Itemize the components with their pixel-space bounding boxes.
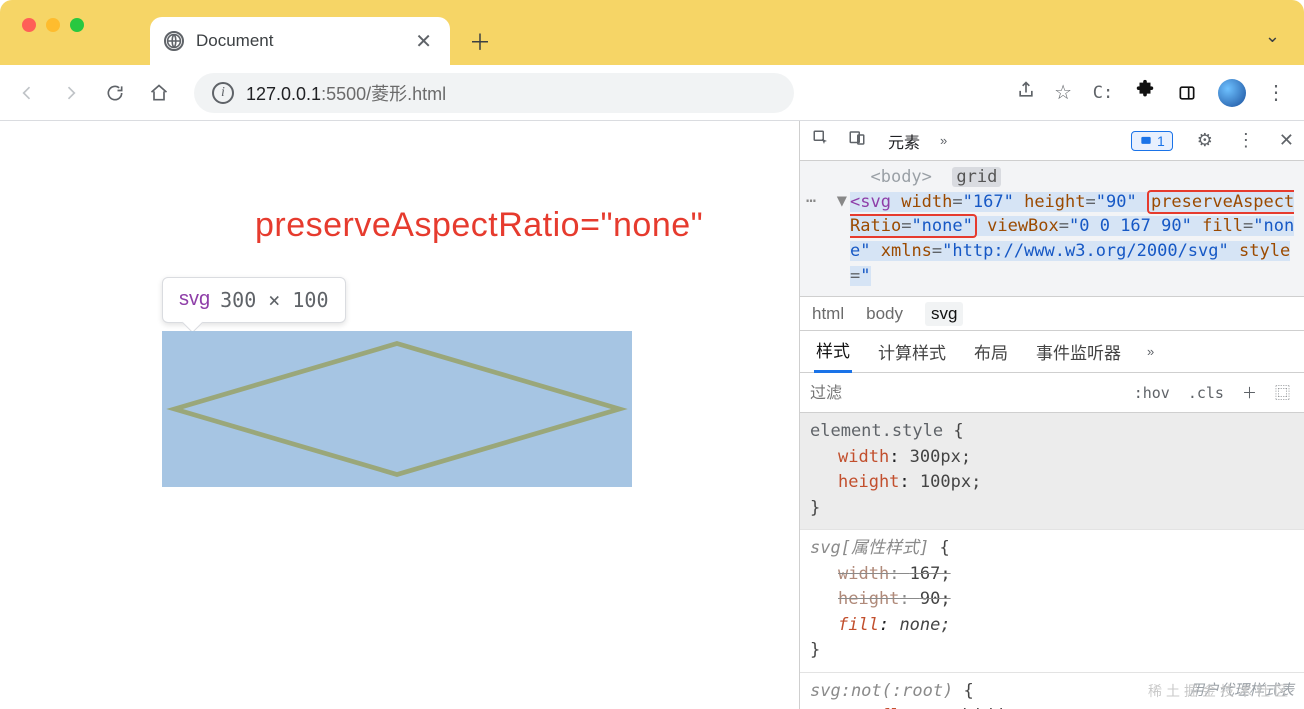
page-headline: preserveAspectRatio="none" xyxy=(255,206,703,245)
tooltip-tag: svg xyxy=(179,288,210,312)
elements-selected-line[interactable]: <svg width="167" height="90" preserveAsp… xyxy=(806,190,1298,289)
subtabs-more-icon[interactable]: » xyxy=(1147,344,1154,359)
inspected-svg-overlay[interactable] xyxy=(162,331,632,487)
window-close-button[interactable] xyxy=(22,18,36,32)
tabs-more-icon[interactable]: » xyxy=(940,133,947,148)
site-info-icon[interactable]: i xyxy=(212,82,234,104)
tab-strip: Document ✕ ＋ xyxy=(150,0,498,65)
tab-title: Document xyxy=(196,31,273,51)
toggle-sidebar-icon[interactable]: ⿴ xyxy=(1271,382,1294,403)
inspect-element-icon[interactable] xyxy=(810,129,832,152)
devtools-tabbar: 元素 » 1 ⚙ ⋮ ✕ xyxy=(800,121,1304,161)
address-bar[interactable]: i 127.0.0.1:5500/菱形.html xyxy=(194,73,794,113)
share-icon[interactable] xyxy=(1016,80,1036,105)
extensions-c-icon[interactable]: C: xyxy=(1090,80,1116,106)
subtab-computed[interactable]: 计算样式 xyxy=(876,333,948,370)
window-zoom-button[interactable] xyxy=(70,18,84,32)
page-viewport: preserveAspectRatio="none" svg 300 × 100 xyxy=(0,121,799,709)
elements-breadcrumb: html body svg xyxy=(800,297,1304,331)
url-text: 127.0.0.1:5500/菱形.html xyxy=(246,80,446,106)
styles-filter-input[interactable] xyxy=(810,383,1120,402)
subtab-styles[interactable]: 样式 xyxy=(814,331,852,373)
rule-selector: element.style xyxy=(810,421,943,441)
elements-tree[interactable]: <body> grid ⋯ ▼ <svg width="167" height=… xyxy=(800,161,1304,297)
hov-toggle[interactable]: :hov xyxy=(1130,384,1174,402)
devtools-menu-icon[interactable]: ⋮ xyxy=(1237,130,1255,151)
subtab-layout[interactable]: 布局 xyxy=(972,333,1010,370)
rule-selector: svg[属性样式] xyxy=(810,538,929,558)
window-titlebar: Document ✕ ＋ ⌄ xyxy=(0,0,1304,65)
rule-element-style[interactable]: element.style { width: 300px; height: 10… xyxy=(800,413,1304,530)
traffic-lights xyxy=(22,18,84,32)
elements-gutter-icon: ⋯ ▼ xyxy=(806,189,847,214)
forward-button[interactable] xyxy=(58,80,84,106)
device-toggle-icon[interactable] xyxy=(846,129,868,152)
toolbar-right: ☆ C: ⋮ xyxy=(1016,79,1290,107)
tooltip-dimensions: 300 × 100 xyxy=(220,288,328,312)
issues-badge[interactable]: 1 xyxy=(1131,131,1173,151)
watermark-text: 稀土掘金技术社区 xyxy=(1148,681,1292,701)
styles-filter-row: :hov .cls ＋ ⿴ xyxy=(800,373,1304,413)
styles-subtabs: 样式 计算样式 布局 事件监听器 » xyxy=(800,331,1304,373)
tab-elements[interactable]: 元素 xyxy=(882,125,926,157)
crumb-body[interactable]: body xyxy=(866,304,903,324)
crumb-svg[interactable]: svg xyxy=(925,302,963,326)
tab-close-button[interactable]: ✕ xyxy=(415,29,432,54)
issues-count: 1 xyxy=(1157,133,1165,149)
side-panel-icon[interactable] xyxy=(1174,80,1200,106)
window-minimize-button[interactable] xyxy=(46,18,60,32)
elements-prev-line: <body> grid xyxy=(806,165,1298,190)
tabs-overflow-button[interactable]: ⌄ xyxy=(1265,26,1280,47)
devtools-panel: 元素 » 1 ⚙ ⋮ ✕ <body> grid ⋯ ▼ <svg width=… xyxy=(799,121,1304,709)
home-button[interactable] xyxy=(146,80,172,106)
subtab-listeners[interactable]: 事件监听器 xyxy=(1034,333,1123,370)
cls-toggle[interactable]: .cls xyxy=(1184,384,1228,402)
reload-button[interactable] xyxy=(102,80,128,106)
new-tab-button[interactable]: ＋ xyxy=(462,23,498,59)
settings-icon[interactable]: ⚙ xyxy=(1197,130,1213,151)
bookmark-icon[interactable]: ☆ xyxy=(1054,80,1072,105)
rule-selector: svg:not(:root) xyxy=(810,681,953,701)
profile-avatar[interactable] xyxy=(1218,79,1246,107)
crumb-html[interactable]: html xyxy=(812,304,844,324)
browser-tab-active[interactable]: Document ✕ xyxy=(150,17,450,65)
new-rule-button[interactable]: ＋ xyxy=(1238,382,1261,403)
extensions-icon[interactable] xyxy=(1134,79,1156,107)
styles-pane[interactable]: element.style { width: 300px; height: 10… xyxy=(800,413,1304,709)
devtools-close-icon[interactable]: ✕ xyxy=(1279,130,1294,151)
element-tooltip: svg 300 × 100 xyxy=(162,277,346,323)
globe-icon xyxy=(164,31,184,51)
browser-menu-button[interactable]: ⋮ xyxy=(1264,80,1290,106)
rule-svg-attr[interactable]: svg[属性样式] { width: 167; height: 90; fill… xyxy=(800,530,1304,673)
back-button[interactable] xyxy=(14,80,40,106)
browser-toolbar: i 127.0.0.1:5500/菱形.html ☆ C: ⋮ xyxy=(0,65,1304,121)
